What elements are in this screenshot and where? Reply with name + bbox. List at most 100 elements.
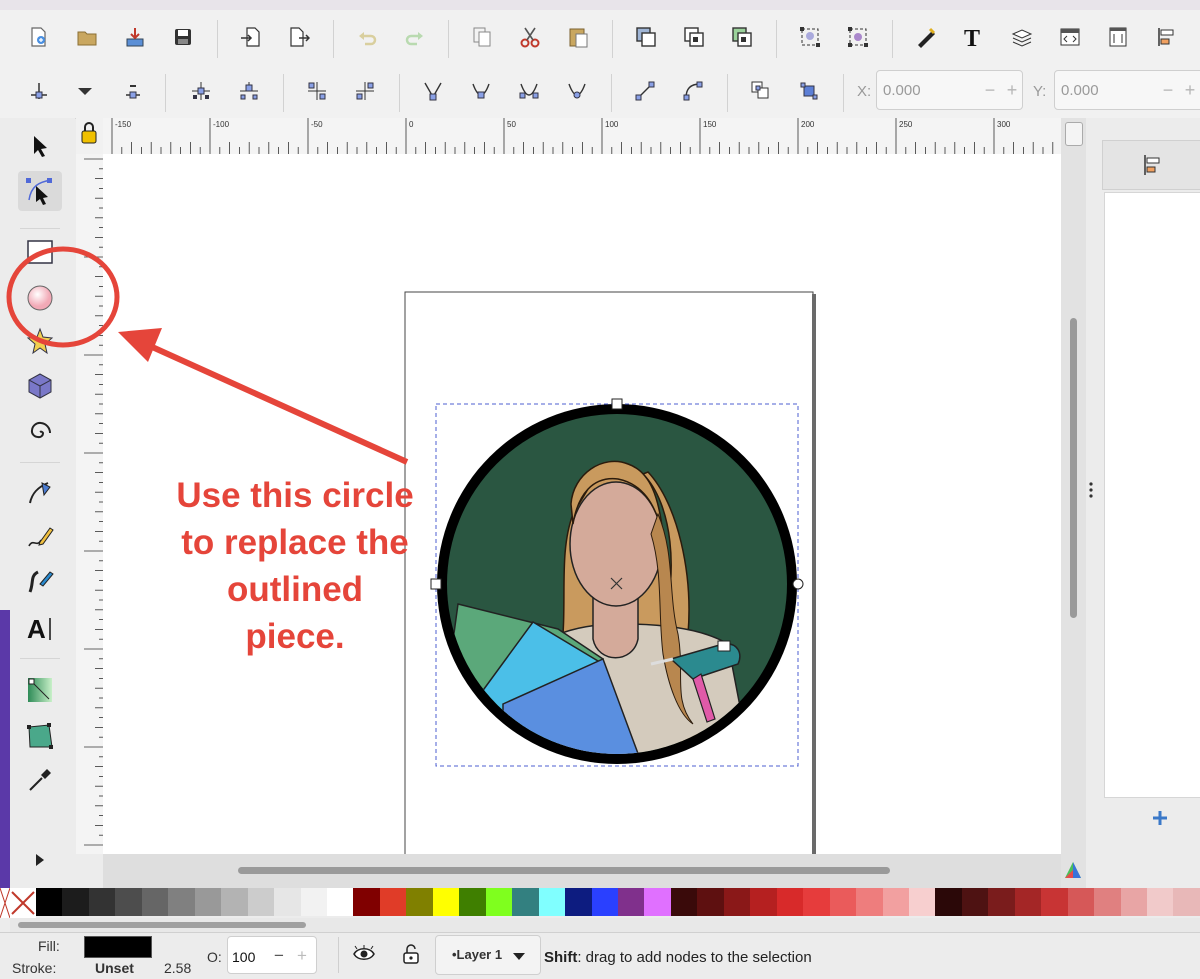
layer-dropdown[interactable]: •Layer 1: [435, 935, 541, 975]
color-swatch[interactable]: [988, 888, 1015, 916]
opacity-field[interactable]: 100 − +: [227, 936, 317, 974]
stroke-value[interactable]: Unset: [95, 960, 134, 976]
color-swatch[interactable]: [406, 888, 433, 916]
visibility-eye-icon[interactable]: [352, 945, 376, 963]
chevron-down-icon[interactable]: [70, 76, 100, 106]
color-swatch[interactable]: [750, 888, 777, 916]
color-swatch[interactable]: [908, 888, 936, 916]
redo-icon[interactable]: [400, 22, 430, 52]
y-coordinate-field[interactable]: 0.000 − +: [1054, 70, 1200, 110]
color-swatch[interactable]: [670, 888, 698, 916]
color-swatch[interactable]: [829, 888, 857, 916]
opacity-increment-button[interactable]: +: [297, 946, 307, 966]
undo-icon[interactable]: [352, 22, 382, 52]
layer-lock-icon[interactable]: [400, 943, 422, 965]
delete-segment-icon[interactable]: [350, 76, 380, 106]
group-icon[interactable]: [795, 22, 825, 52]
panel-resize-handle[interactable]: [1088, 478, 1094, 502]
color-swatch[interactable]: [1120, 888, 1148, 916]
delete-node-icon[interactable]: [118, 76, 148, 106]
join-nodes-icon[interactable]: [186, 76, 216, 106]
x-decrement-button[interactable]: −: [981, 71, 999, 109]
xml-editor-icon[interactable]: [1055, 22, 1085, 52]
color-swatch[interactable]: [379, 888, 407, 916]
x-coordinate-field[interactable]: 0.000 − +: [876, 70, 1023, 110]
export-page-icon[interactable]: [284, 22, 314, 52]
color-swatch[interactable]: [300, 888, 327, 916]
color-swatch[interactable]: [882, 888, 909, 916]
cusp-node-icon[interactable]: [418, 76, 448, 106]
save-icon[interactable]: [168, 22, 198, 52]
clone-icon[interactable]: [679, 22, 709, 52]
color-swatch[interactable]: [274, 888, 301, 916]
fill-stroke-icon[interactable]: [911, 22, 941, 52]
color-swatch[interactable]: [935, 888, 962, 916]
color-swatch[interactable]: [1014, 888, 1042, 916]
auto-smooth-node-icon[interactable]: [562, 76, 592, 106]
vertical-scrollbar[interactable]: [1061, 118, 1086, 888]
color-swatch[interactable]: [565, 888, 592, 916]
color-swatch[interactable]: [1067, 888, 1095, 916]
color-swatch[interactable]: [961, 888, 989, 916]
color-swatch[interactable]: [1147, 888, 1174, 916]
duplicate-icon[interactable]: [631, 22, 661, 52]
color-swatch[interactable]: [1041, 888, 1068, 916]
stroke-to-path-icon[interactable]: [794, 76, 824, 106]
cut-icon[interactable]: [515, 22, 545, 52]
align-tab[interactable]: [1102, 140, 1200, 190]
y-increment-button[interactable]: +: [1181, 71, 1199, 109]
break-path-icon[interactable]: [234, 76, 264, 106]
color-swatch[interactable]: [723, 888, 751, 916]
zoom-corner-button[interactable]: [1065, 122, 1083, 146]
symmetric-node-icon[interactable]: [514, 76, 544, 106]
color-swatch[interactable]: [538, 888, 566, 916]
make-line-icon[interactable]: [630, 76, 660, 106]
palette-scrollbar[interactable]: [10, 918, 1200, 932]
color-swatch[interactable]: [88, 888, 116, 916]
y-decrement-button[interactable]: −: [1159, 71, 1177, 109]
color-swatch[interactable]: [512, 888, 539, 916]
color-swatch[interactable]: [459, 888, 486, 916]
color-swatch[interactable]: [1094, 888, 1121, 916]
unlink-clone-icon[interactable]: [727, 22, 757, 52]
no-paint-swatch[interactable]: [0, 887, 11, 919]
insert-node-icon[interactable]: [24, 76, 54, 106]
fill-color-indicator[interactable]: [84, 936, 152, 958]
copy-icon[interactable]: [467, 22, 497, 52]
color-swatch[interactable]: [697, 888, 724, 916]
color-swatch[interactable]: [803, 888, 830, 916]
import-page-icon[interactable]: [236, 22, 266, 52]
align-distribute-icon[interactable]: [1151, 22, 1181, 52]
palette-scroll-thumb[interactable]: [18, 922, 306, 928]
color-swatch[interactable]: [168, 888, 195, 916]
color-swatch[interactable]: [62, 888, 89, 916]
color-swatch[interactable]: [432, 888, 460, 916]
new-document-icon[interactable]: [23, 22, 53, 52]
opacity-decrement-button[interactable]: −: [274, 946, 284, 966]
horizontal-scroll-thumb[interactable]: [238, 867, 890, 874]
color-swatch[interactable]: [115, 888, 142, 916]
add-icon[interactable]: [1150, 808, 1170, 828]
color-swatch[interactable]: [591, 888, 618, 916]
x-increment-button[interactable]: +: [1003, 71, 1021, 109]
color-swatch[interactable]: [194, 888, 222, 916]
stroke-width-value[interactable]: 2.58: [164, 960, 191, 976]
none-color-swatch[interactable]: [10, 888, 36, 918]
horizontal-scrollbar[interactable]: [103, 854, 1061, 888]
color-palette[interactable]: [36, 888, 1200, 918]
layers-icon[interactable]: [1007, 22, 1037, 52]
color-swatch[interactable]: [1173, 888, 1200, 916]
vertical-scroll-thumb[interactable]: [1070, 318, 1077, 618]
make-curve-icon[interactable]: [678, 76, 708, 106]
color-swatch[interactable]: [856, 888, 883, 916]
color-swatch[interactable]: [353, 888, 380, 916]
color-swatch[interactable]: [221, 888, 248, 916]
join-segment-icon[interactable]: [302, 76, 332, 106]
object-properties-icon[interactable]: [1103, 22, 1133, 52]
smooth-node-icon[interactable]: [466, 76, 496, 106]
color-swatch[interactable]: [617, 888, 645, 916]
color-swatch[interactable]: [644, 888, 671, 916]
color-swatch[interactable]: [247, 888, 275, 916]
import-icon[interactable]: [120, 22, 150, 52]
object-to-path-icon[interactable]: [746, 76, 776, 106]
